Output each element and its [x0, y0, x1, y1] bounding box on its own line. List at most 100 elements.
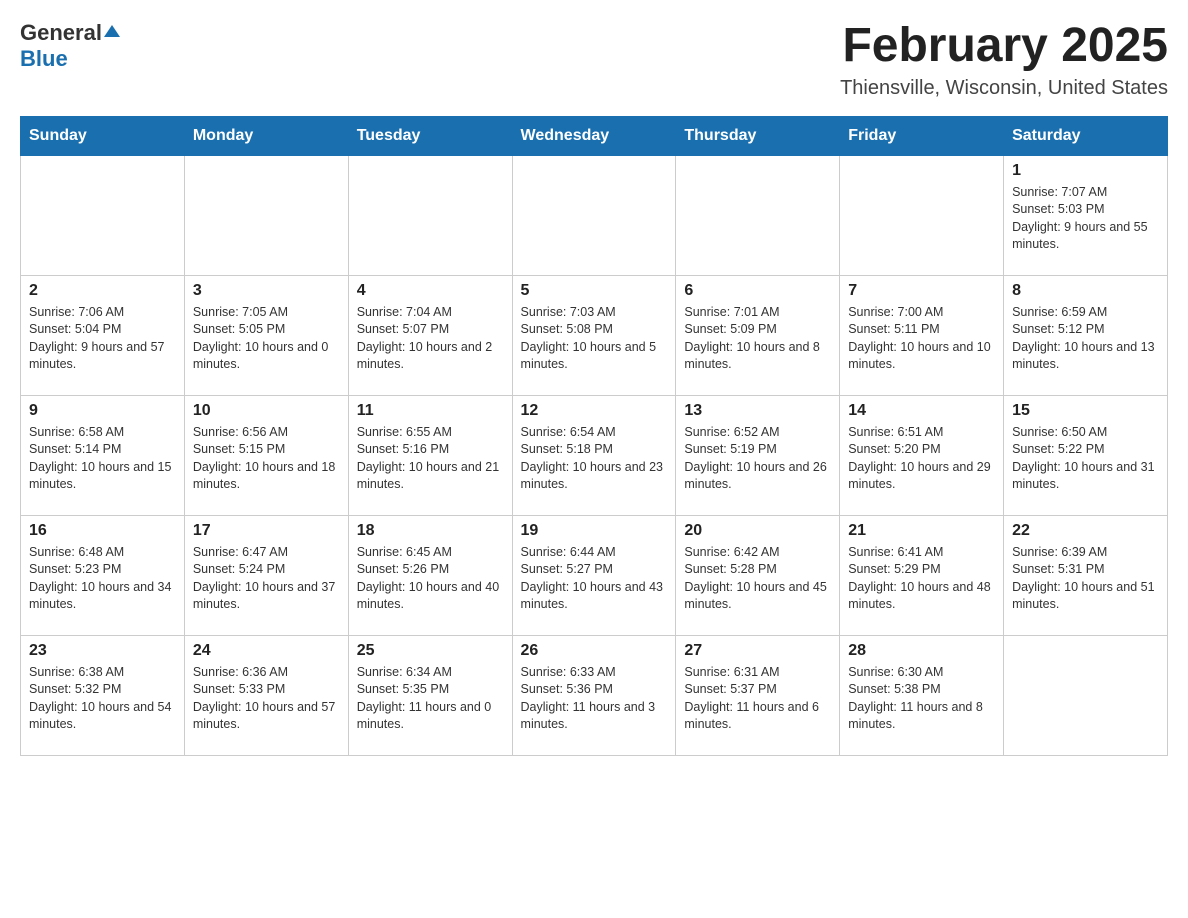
calendar-cell-2-6: 15 Sunrise: 6:50 AMSunset: 5:22 PMDayligh… [1004, 395, 1168, 515]
weekday-header-row: Sunday Monday Tuesday Wednesday Thursday… [21, 116, 1168, 155]
calendar-cell-4-0: 23 Sunrise: 6:38 AMSunset: 5:32 PMDayligh… [21, 635, 185, 755]
day-info-1-4: Sunrise: 7:01 AMSunset: 5:09 PMDaylight:… [684, 304, 831, 374]
calendar-cell-1-0: 2 Sunrise: 7:06 AMSunset: 5:04 PMDaylight… [21, 275, 185, 395]
title-area: February 2025 Thiensville, Wisconsin, Un… [840, 20, 1168, 100]
day-number-4-3: 26 [521, 642, 668, 660]
week-row-4: 16 Sunrise: 6:48 AMSunset: 5:23 PMDayligh… [21, 515, 1168, 635]
calendar-title: February 2025 [840, 20, 1168, 73]
calendar-cell-3-0: 16 Sunrise: 6:48 AMSunset: 5:23 PMDayligh… [21, 515, 185, 635]
calendar-cell-2-3: 12 Sunrise: 6:54 AMSunset: 5:18 PMDayligh… [512, 395, 676, 515]
day-number-4-0: 23 [29, 642, 176, 660]
calendar-cell-1-2: 4 Sunrise: 7:04 AMSunset: 5:07 PMDaylight… [348, 275, 512, 395]
day-info-4-2: Sunrise: 6:34 AMSunset: 5:35 PMDaylight:… [357, 664, 504, 734]
day-number-4-4: 27 [684, 642, 831, 660]
day-number-3-3: 19 [521, 522, 668, 540]
day-info-2-1: Sunrise: 6:56 AMSunset: 5:15 PMDaylight:… [193, 424, 340, 494]
calendar-cell-0-4 [676, 155, 840, 275]
calendar-cell-1-1: 3 Sunrise: 7:05 AMSunset: 5:05 PMDaylight… [184, 275, 348, 395]
calendar-cell-0-3 [512, 155, 676, 275]
header-saturday: Saturday [1004, 116, 1168, 155]
header-monday: Monday [184, 116, 348, 155]
header-thursday: Thursday [676, 116, 840, 155]
day-info-1-2: Sunrise: 7:04 AMSunset: 5:07 PMDaylight:… [357, 304, 504, 374]
logo-general: General [20, 20, 102, 46]
calendar-cell-4-6 [1004, 635, 1168, 755]
calendar-cell-4-4: 27 Sunrise: 6:31 AMSunset: 5:37 PMDayligh… [676, 635, 840, 755]
day-info-1-0: Sunrise: 7:06 AMSunset: 5:04 PMDaylight:… [29, 304, 176, 374]
day-number-2-2: 11 [357, 402, 504, 420]
day-info-4-3: Sunrise: 6:33 AMSunset: 5:36 PMDaylight:… [521, 664, 668, 734]
day-number-2-6: 15 [1012, 402, 1159, 420]
day-info-0-6: Sunrise: 7:07 AMSunset: 5:03 PMDaylight:… [1012, 184, 1159, 254]
calendar-cell-2-0: 9Sunrise: 6:58 AMSunset: 5:14 PMDaylight… [21, 395, 185, 515]
day-number-3-1: 17 [193, 522, 340, 540]
day-number-3-2: 18 [357, 522, 504, 540]
day-number-2-4: 13 [684, 402, 831, 420]
header-friday: Friday [840, 116, 1004, 155]
day-info-1-6: Sunrise: 6:59 AMSunset: 5:12 PMDaylight:… [1012, 304, 1159, 374]
day-number-3-0: 16 [29, 522, 176, 540]
day-info-4-5: Sunrise: 6:30 AMSunset: 5:38 PMDaylight:… [848, 664, 995, 734]
day-number-3-4: 20 [684, 522, 831, 540]
calendar-cell-3-1: 17 Sunrise: 6:47 AMSunset: 5:24 PMDayligh… [184, 515, 348, 635]
day-info-2-2: Sunrise: 6:55 AMSunset: 5:16 PMDaylight:… [357, 424, 504, 494]
day-info-4-0: Sunrise: 6:38 AMSunset: 5:32 PMDaylight:… [29, 664, 176, 734]
day-number-0-6: 1 [1012, 162, 1159, 180]
day-number-4-1: 24 [193, 642, 340, 660]
week-row-5: 23 Sunrise: 6:38 AMSunset: 5:32 PMDayligh… [21, 635, 1168, 755]
calendar-cell-4-5: 28 Sunrise: 6:30 AMSunset: 5:38 PMDayligh… [840, 635, 1004, 755]
logo: General Blue [20, 20, 120, 72]
day-info-3-4: Sunrise: 6:42 AMSunset: 5:28 PMDaylight:… [684, 544, 831, 614]
calendar-cell-1-6: 8 Sunrise: 6:59 AMSunset: 5:12 PMDaylight… [1004, 275, 1168, 395]
calendar-cell-3-5: 21 Sunrise: 6:41 AMSunset: 5:29 PMDayligh… [840, 515, 1004, 635]
day-info-3-5: Sunrise: 6:41 AMSunset: 5:29 PMDaylight:… [848, 544, 995, 614]
day-number-2-1: 10 [193, 402, 340, 420]
day-info-4-4: Sunrise: 6:31 AMSunset: 5:37 PMDaylight:… [684, 664, 831, 734]
calendar-cell-3-4: 20 Sunrise: 6:42 AMSunset: 5:28 PMDayligh… [676, 515, 840, 635]
day-info-2-3: Sunrise: 6:54 AMSunset: 5:18 PMDaylight:… [521, 424, 668, 494]
header-wednesday: Wednesday [512, 116, 676, 155]
calendar-cell-1-3: 5 Sunrise: 7:03 AMSunset: 5:08 PMDaylight… [512, 275, 676, 395]
calendar-cell-2-4: 13Sunrise: 6:52 AMSunset: 5:19 PMDayligh… [676, 395, 840, 515]
page-header: General Blue February 2025 Thiensville, … [20, 20, 1168, 100]
day-number-1-2: 4 [357, 282, 504, 300]
day-info-3-3: Sunrise: 6:44 AMSunset: 5:27 PMDaylight:… [521, 544, 668, 614]
calendar-cell-4-1: 24Sunrise: 6:36 AMSunset: 5:33 PMDayligh… [184, 635, 348, 755]
day-info-1-5: Sunrise: 7:00 AMSunset: 5:11 PMDaylight:… [848, 304, 995, 374]
week-row-1: 1 Sunrise: 7:07 AMSunset: 5:03 PMDaylight… [21, 155, 1168, 275]
day-number-2-3: 12 [521, 402, 668, 420]
day-number-1-6: 8 [1012, 282, 1159, 300]
calendar-cell-1-5: 7 Sunrise: 7:00 AMSunset: 5:11 PMDaylight… [840, 275, 1004, 395]
calendar-cell-4-3: 26 Sunrise: 6:33 AMSunset: 5:36 PMDayligh… [512, 635, 676, 755]
day-info-3-2: Sunrise: 6:45 AMSunset: 5:26 PMDaylight:… [357, 544, 504, 614]
day-info-3-6: Sunrise: 6:39 AMSunset: 5:31 PMDaylight:… [1012, 544, 1159, 614]
day-number-1-0: 2 [29, 282, 176, 300]
day-number-1-1: 3 [193, 282, 340, 300]
calendar-subtitle: Thiensville, Wisconsin, United States [840, 77, 1168, 100]
calendar-cell-0-5 [840, 155, 1004, 275]
day-info-1-1: Sunrise: 7:05 AMSunset: 5:05 PMDaylight:… [193, 304, 340, 374]
calendar-cell-3-6: 22Sunrise: 6:39 AMSunset: 5:31 PMDayligh… [1004, 515, 1168, 635]
calendar-cell-0-6: 1 Sunrise: 7:07 AMSunset: 5:03 PMDaylight… [1004, 155, 1168, 275]
logo-blue: Blue [20, 46, 68, 72]
calendar-cell-0-0 [21, 155, 185, 275]
header-sunday: Sunday [21, 116, 185, 155]
calendar-cell-3-3: 19 Sunrise: 6:44 AMSunset: 5:27 PMDayligh… [512, 515, 676, 635]
day-info-3-0: Sunrise: 6:48 AMSunset: 5:23 PMDaylight:… [29, 544, 176, 614]
day-number-1-5: 7 [848, 282, 995, 300]
day-info-2-6: Sunrise: 6:50 AMSunset: 5:22 PMDaylight:… [1012, 424, 1159, 494]
calendar-cell-2-5: 14Sunrise: 6:51 AMSunset: 5:20 PMDayligh… [840, 395, 1004, 515]
day-number-1-3: 5 [521, 282, 668, 300]
calendar-cell-2-1: 10 Sunrise: 6:56 AMSunset: 5:15 PMDayligh… [184, 395, 348, 515]
calendar-cell-1-4: 6Sunrise: 7:01 AMSunset: 5:09 PMDaylight… [676, 275, 840, 395]
calendar-cell-3-2: 18 Sunrise: 6:45 AMSunset: 5:26 PMDayligh… [348, 515, 512, 635]
day-info-2-0: Sunrise: 6:58 AMSunset: 5:14 PMDaylight:… [29, 424, 176, 494]
day-info-3-1: Sunrise: 6:47 AMSunset: 5:24 PMDaylight:… [193, 544, 340, 614]
calendar-cell-4-2: 25Sunrise: 6:34 AMSunset: 5:35 PMDayligh… [348, 635, 512, 755]
week-row-2: 2 Sunrise: 7:06 AMSunset: 5:04 PMDaylight… [21, 275, 1168, 395]
day-number-3-5: 21 [848, 522, 995, 540]
day-info-1-3: Sunrise: 7:03 AMSunset: 5:08 PMDaylight:… [521, 304, 668, 374]
header-tuesday: Tuesday [348, 116, 512, 155]
week-row-3: 9Sunrise: 6:58 AMSunset: 5:14 PMDaylight… [21, 395, 1168, 515]
day-number-4-5: 28 [848, 642, 995, 660]
